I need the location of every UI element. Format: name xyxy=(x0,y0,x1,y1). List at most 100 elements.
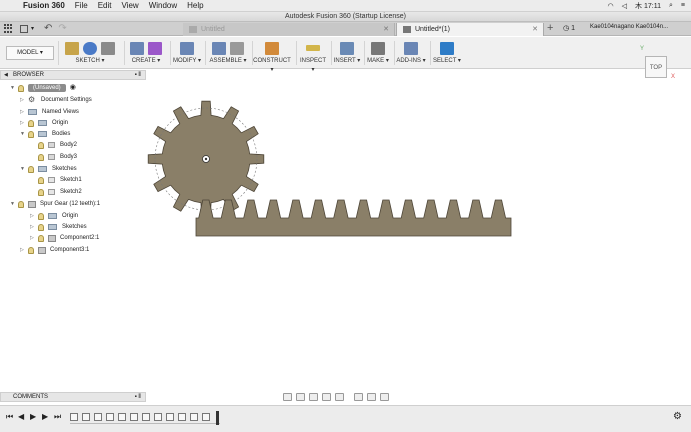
tree-item[interactable]: ▷ Named Views xyxy=(20,107,79,117)
insert-menu[interactable]: INSERT ▾ xyxy=(332,57,362,66)
tree-item[interactable]: ▷ Sketches xyxy=(30,222,87,232)
tree-item[interactable]: Sketch1 xyxy=(38,175,82,185)
timeline-feature[interactable] xyxy=(130,413,138,421)
expand-icon[interactable]: ▷ xyxy=(20,245,28,255)
timeline-feature[interactable] xyxy=(94,413,102,421)
viewcube[interactable]: TOP xyxy=(645,56,667,78)
tree-item[interactable]: ▷ Component3:1 xyxy=(20,245,89,255)
modify-group[interactable]: MODIFY ▾ xyxy=(172,39,202,67)
expand-icon[interactable]: ▼ xyxy=(10,83,18,93)
timeline-feature[interactable] xyxy=(178,413,186,421)
assemble-menu[interactable]: ASSEMBLE ▾ xyxy=(206,57,250,66)
create-sketch-icon[interactable] xyxy=(65,41,79,55)
gear-icon[interactable]: ⚙ xyxy=(673,411,682,422)
tree-item[interactable]: ▷ Component2:1 xyxy=(30,233,99,243)
menu-view[interactable]: View xyxy=(121,1,138,10)
tree-item[interactable]: ▷ ⚙ Document Settings xyxy=(20,95,92,105)
construct-group[interactable]: CONSTRUCT ▾ xyxy=(252,39,292,73)
visibility-bulb-icon[interactable] xyxy=(38,212,44,220)
timeline-marker[interactable] xyxy=(216,411,219,425)
clock-text[interactable]: 木 17:11 xyxy=(635,1,661,11)
visibility-bulb-icon[interactable] xyxy=(38,234,44,242)
browser-header[interactable]: ◀ BROWSER ▪ ⦀ xyxy=(0,70,146,80)
visibility-bulb-icon[interactable] xyxy=(18,200,24,208)
pan-icon[interactable] xyxy=(309,393,318,401)
wifi-icon[interactable]: ◠ xyxy=(608,2,614,10)
close-icon[interactable]: ✕ xyxy=(383,23,389,36)
select-arrow-icon[interactable] xyxy=(440,41,454,55)
tab-untitled-1[interactable]: Untitled*(1) ✕ xyxy=(396,23,544,36)
model-canvas[interactable] xyxy=(146,70,691,405)
tree-item[interactable]: ▼ Bodies xyxy=(20,129,70,139)
grid-settings-icon[interactable] xyxy=(367,393,376,401)
line-icon[interactable] xyxy=(83,41,97,55)
sketch-menu[interactable]: SKETCH ▾ xyxy=(60,57,120,66)
create-group[interactable]: CREATE ▾ xyxy=(126,39,166,67)
offset-plane-icon[interactable] xyxy=(265,41,279,55)
workspace-switcher[interactable]: MODEL ▾ xyxy=(6,46,54,60)
expand-icon[interactable]: ▷ xyxy=(30,211,38,221)
app-menu[interactable]: Fusion 360 xyxy=(23,1,65,10)
comments-panel[interactable]: COMMENTS ▪ ⦀ xyxy=(0,392,146,402)
menu-edit[interactable]: Edit xyxy=(98,1,112,10)
visibility-bulb-icon[interactable] xyxy=(28,165,34,173)
3d-print-icon[interactable] xyxy=(371,41,385,55)
expand-icon[interactable]: ▷ xyxy=(30,233,38,243)
redo-icon[interactable]: ↷ xyxy=(58,23,66,34)
expand-icon[interactable]: ▼ xyxy=(20,129,28,139)
undo-icon[interactable]: ↶ xyxy=(44,23,52,34)
insert-image-icon[interactable] xyxy=(340,41,354,55)
timeline-feature[interactable] xyxy=(142,413,150,421)
joint-icon[interactable] xyxy=(230,41,244,55)
search-icon[interactable]: ⌕ xyxy=(669,2,673,10)
close-icon[interactable]: ✕ xyxy=(532,23,538,36)
menu-help[interactable]: Help xyxy=(187,1,203,10)
visibility-bulb-icon[interactable] xyxy=(28,119,34,127)
tree-item[interactable]: Sketch2 xyxy=(38,187,82,197)
go-to-end-icon[interactable]: ⏭ xyxy=(54,412,61,422)
data-panel-icon[interactable] xyxy=(4,23,14,34)
expand-icon[interactable]: ▷ xyxy=(20,118,28,128)
timeline-feature[interactable] xyxy=(154,413,162,421)
menu-list-icon[interactable]: ≡ xyxy=(681,2,685,9)
extrude-icon[interactable] xyxy=(130,41,144,55)
tree-item[interactable]: ▼ Sketches xyxy=(20,164,77,174)
menu-file[interactable]: File xyxy=(75,1,88,10)
scripts-icon[interactable] xyxy=(404,41,418,55)
go-to-start-icon[interactable]: ⏮ xyxy=(6,412,13,422)
addins-menu[interactable]: ADD-INS ▾ xyxy=(395,57,427,66)
select-menu[interactable]: SELECT ▾ xyxy=(432,57,462,66)
viewports-icon[interactable] xyxy=(380,393,389,401)
step-back-icon[interactable]: ◀ xyxy=(18,412,24,421)
tree-root[interactable]: ▼ (Unsaved) ◉ xyxy=(10,83,76,93)
sketch-group[interactable]: SKETCH ▾ xyxy=(60,39,120,67)
visibility-bulb-icon[interactable] xyxy=(18,84,24,92)
tree-item[interactable]: Body3 xyxy=(38,152,77,162)
expand-icon[interactable]: ▷ xyxy=(30,222,38,232)
create-menu[interactable]: CREATE ▾ xyxy=(126,57,166,66)
volume-icon[interactable]: ◁ xyxy=(622,2,627,10)
spur-gear[interactable] xyxy=(147,100,265,218)
tree-item[interactable]: ▼ Spur Gear (12 teeth):1 xyxy=(10,199,100,209)
file-dropdown-icon[interactable]: ▾ xyxy=(31,25,34,32)
gear-rack[interactable] xyxy=(195,199,512,237)
visibility-bulb-icon[interactable] xyxy=(28,246,34,254)
display-settings-icon[interactable] xyxy=(354,393,363,401)
panel-controls[interactable]: ▪ ⦀ xyxy=(135,71,141,80)
tree-item[interactable]: ▷ Origin xyxy=(20,118,68,128)
visibility-bulb-icon[interactable] xyxy=(38,153,44,161)
step-forward-icon[interactable]: ▶ xyxy=(42,412,48,421)
expand-icon[interactable]: ▷ xyxy=(20,95,28,105)
measure-icon[interactable] xyxy=(306,45,320,51)
tree-item[interactable]: ▷ Origin xyxy=(30,211,78,221)
timeline-feature[interactable] xyxy=(190,413,198,421)
addins-group[interactable]: ADD-INS ▾ xyxy=(395,39,427,67)
new-component-icon[interactable] xyxy=(212,41,226,55)
menu-window[interactable]: Window xyxy=(149,1,177,10)
make-group[interactable]: MAKE ▾ xyxy=(364,39,392,67)
fit-icon[interactable] xyxy=(335,393,344,401)
tab-untitled[interactable]: Untitled ✕ xyxy=(183,23,395,36)
form-icon[interactable] xyxy=(148,41,162,55)
visibility-bulb-icon[interactable] xyxy=(38,176,44,184)
new-tab-button[interactable]: + xyxy=(547,22,553,35)
